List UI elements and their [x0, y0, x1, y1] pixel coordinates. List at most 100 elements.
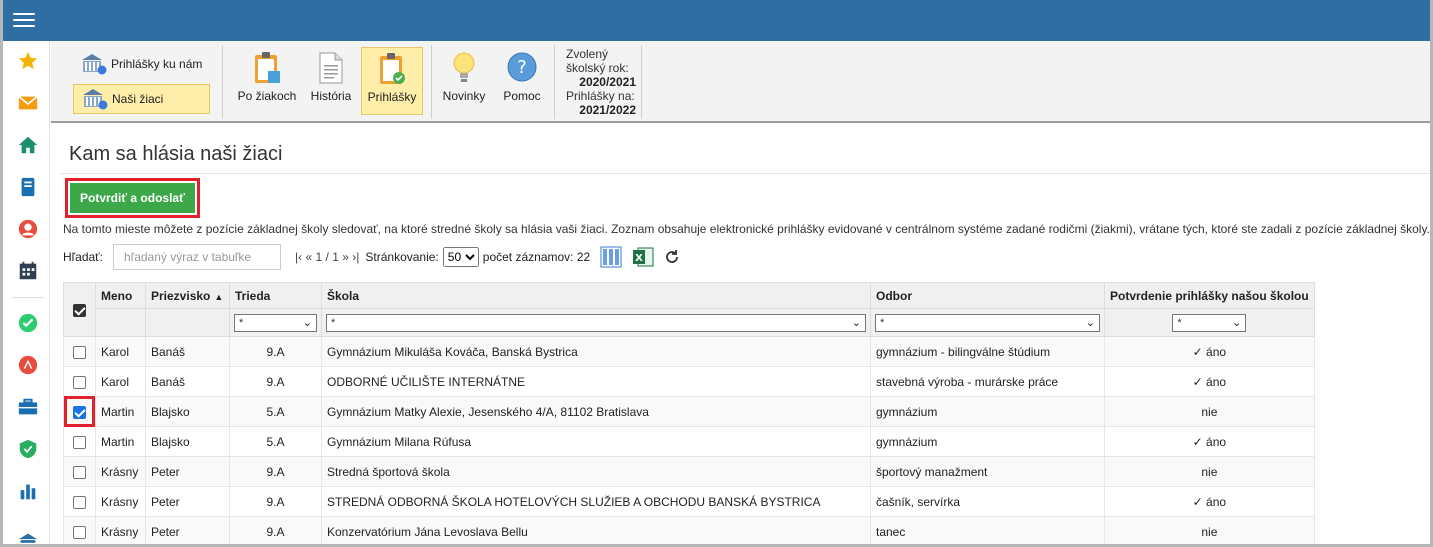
- applications-table: Meno Priezvisko ▲ Trieda Škola Odbor Potv…: [63, 282, 1315, 544]
- table-row[interactable]: Martin Blajsko 5.A Gymnázium Matky Alexie, …: [63, 396, 1315, 427]
- cell-potvrdenie: nie: [1104, 516, 1315, 544]
- header-priezvisko[interactable]: Priezvisko ▲: [145, 282, 230, 309]
- pager-prev-button[interactable]: «: [306, 250, 313, 264]
- excel-export-icon[interactable]: X: [632, 246, 654, 268]
- table-row[interactable]: Karol Banáš 9.A ODBORNÉ UČILIŠTE INTERNÁTNE…: [63, 366, 1315, 397]
- filter-odbor[interactable]: * ⌄: [875, 313, 1100, 332]
- select-all-checkbox[interactable]: [73, 303, 86, 317]
- document-icon: [319, 52, 343, 84]
- cell-skola: Stredná športová škola: [321, 456, 871, 487]
- row-select-cell: [63, 366, 96, 397]
- page-size-label: Stránkovanie:: [365, 250, 439, 264]
- cell-potvrdenie: ✓ áno: [1104, 486, 1315, 517]
- page-size-select[interactable]: 50: [442, 247, 479, 267]
- header-odbor[interactable]: Odbor: [870, 282, 1105, 309]
- columns-icon[interactable]: [600, 246, 622, 268]
- cell-trieda: 5.A: [229, 396, 322, 427]
- header-trieda[interactable]: Trieda: [229, 282, 322, 309]
- row-checkbox[interactable]: [73, 405, 86, 419]
- sidebar-school-icon[interactable]: [6, 525, 50, 544]
- header-meno[interactable]: Meno: [95, 282, 146, 309]
- prihlasky-ku-nam-button[interactable]: Prihlášky ku nám: [73, 49, 210, 79]
- row-checkbox[interactable]: [73, 465, 86, 479]
- refresh-icon[interactable]: [664, 249, 680, 265]
- sidebar-book-icon[interactable]: [6, 171, 50, 203]
- prihlasky-label: Prihlášky: [367, 90, 417, 104]
- row-checkbox[interactable]: [73, 375, 86, 389]
- row-select-cell: [63, 456, 96, 487]
- prihlasky-na-label: Prihlášky na:: [566, 89, 635, 103]
- historia-button[interactable]: História: [307, 47, 355, 115]
- novinky-button[interactable]: Novinky: [439, 47, 489, 115]
- table-row[interactable]: Krásny Peter 9.A Stredná športová škola špor…: [63, 456, 1315, 487]
- row-checkbox[interactable]: [73, 495, 86, 509]
- cell-skola: Konzervatórium Jána Levoslava Bellu: [321, 516, 871, 544]
- po-ziakoch-button[interactable]: Po žiakoch: [235, 47, 299, 115]
- table-row[interactable]: Martin Blajsko 5.A Gymnázium Milana Rúfusa g…: [63, 426, 1315, 457]
- header-potvrdenie[interactable]: Potvrdenie prihlášky našou školou: [1104, 282, 1315, 309]
- confirm-send-button[interactable]: Potvrdiť a odoslať: [70, 183, 195, 213]
- chevron-down-icon: ⌄: [302, 317, 312, 329]
- cell-trieda: 9.A: [229, 456, 322, 487]
- pager: |‹ « 1 / 1 » ›|: [295, 250, 359, 264]
- row-checkbox[interactable]: [73, 525, 86, 539]
- pager-pages: 1 / 1: [315, 250, 339, 264]
- table-row[interactable]: Krásny Peter 9.A STREDNÁ ODBORNÁ ŠKOLA HOTE…: [63, 486, 1315, 517]
- cell-trieda: 9.A: [229, 336, 322, 367]
- prihlasky-ku-nam-label: Prihlášky ku nám: [111, 57, 203, 71]
- cell-odbor: stavebná výroba - murárske práce: [870, 366, 1105, 397]
- pomoc-button[interactable]: ? Pomoc: [499, 47, 545, 115]
- cell-skola: Gymnázium Mikuláša Kováča, Banská Bystri…: [321, 336, 871, 367]
- sidebar-pdf-icon[interactable]: [6, 349, 50, 381]
- table-row[interactable]: Karol Banáš 9.A Gymnázium Mikuláša Kováča, …: [63, 336, 1315, 367]
- school-building-icon: [83, 89, 108, 110]
- svg-text:?: ?: [517, 57, 527, 78]
- cell-meno: Martin: [95, 426, 146, 457]
- row-checkbox[interactable]: [73, 345, 86, 359]
- row-select-cell: [63, 486, 96, 517]
- zvoleny-rok-value: 2020/2021: [579, 75, 636, 89]
- sidebar-briefcase-icon[interactable]: [6, 391, 50, 423]
- sidebar-star-icon[interactable]: [6, 45, 50, 77]
- sidebar-calendar-icon[interactable]: [6, 255, 50, 287]
- sidebar-mail-icon[interactable]: [6, 87, 50, 119]
- sort-asc-icon: ▲: [214, 291, 224, 302]
- cell-trieda: 9.A: [229, 516, 322, 544]
- pager-first-button[interactable]: |‹: [295, 250, 302, 264]
- cell-skola: ODBORNÉ UČILIŠTE INTERNÁTNE: [321, 366, 871, 397]
- cell-meno: Karol: [95, 336, 146, 367]
- cell-priezvisko: Banáš: [145, 336, 230, 367]
- filter-skola[interactable]: * ⌄: [326, 313, 866, 332]
- sidebar-user-icon[interactable]: [6, 213, 50, 245]
- header-skola[interactable]: Škola: [321, 282, 871, 309]
- app-frame: Prihlášky ku nám Naši žiaci Po žiakoch H…: [0, 0, 1433, 547]
- prihlasky-button[interactable]: Prihlášky: [361, 47, 423, 115]
- sidebar-check-icon[interactable]: [6, 307, 50, 339]
- row-select-cell: [63, 426, 96, 457]
- clipboard-icon: [255, 52, 280, 83]
- pager-last-button[interactable]: ›|: [352, 250, 359, 264]
- row-select-cell: [63, 396, 96, 427]
- filter-potvrdenie[interactable]: * ⌄: [1172, 313, 1247, 332]
- cell-potvrdenie: nie: [1104, 396, 1315, 427]
- sidebar: [6, 41, 50, 544]
- hamburger-menu-icon[interactable]: [13, 9, 35, 31]
- clipboard-check-icon: [380, 53, 405, 84]
- nasi-ziaci-button[interactable]: Naši žiaci: [73, 84, 211, 114]
- sidebar-shield-icon[interactable]: [6, 433, 50, 465]
- search-input[interactable]: [113, 244, 282, 270]
- pager-next-button[interactable]: »: [342, 250, 349, 264]
- select-all-header: [63, 282, 96, 337]
- sidebar-home-icon[interactable]: [6, 129, 50, 161]
- table-row[interactable]: Krásny Peter 9.A Konzervatórium Jána Levosl…: [63, 516, 1315, 544]
- help-icon: ?: [507, 52, 537, 82]
- nasi-ziaci-label: Naši žiaci: [112, 92, 164, 106]
- cell-priezvisko: Peter: [145, 516, 230, 544]
- chevron-down-icon: ⌄: [1232, 317, 1242, 329]
- filter-trieda[interactable]: * ⌄: [234, 313, 317, 332]
- confirm-highlight: Potvrdiť a odoslať: [65, 178, 200, 218]
- sidebar-chart-icon[interactable]: [6, 475, 50, 507]
- cell-meno: Krásny: [95, 456, 146, 487]
- chevron-down-icon: ⌄: [1085, 317, 1095, 329]
- row-checkbox[interactable]: [73, 435, 86, 449]
